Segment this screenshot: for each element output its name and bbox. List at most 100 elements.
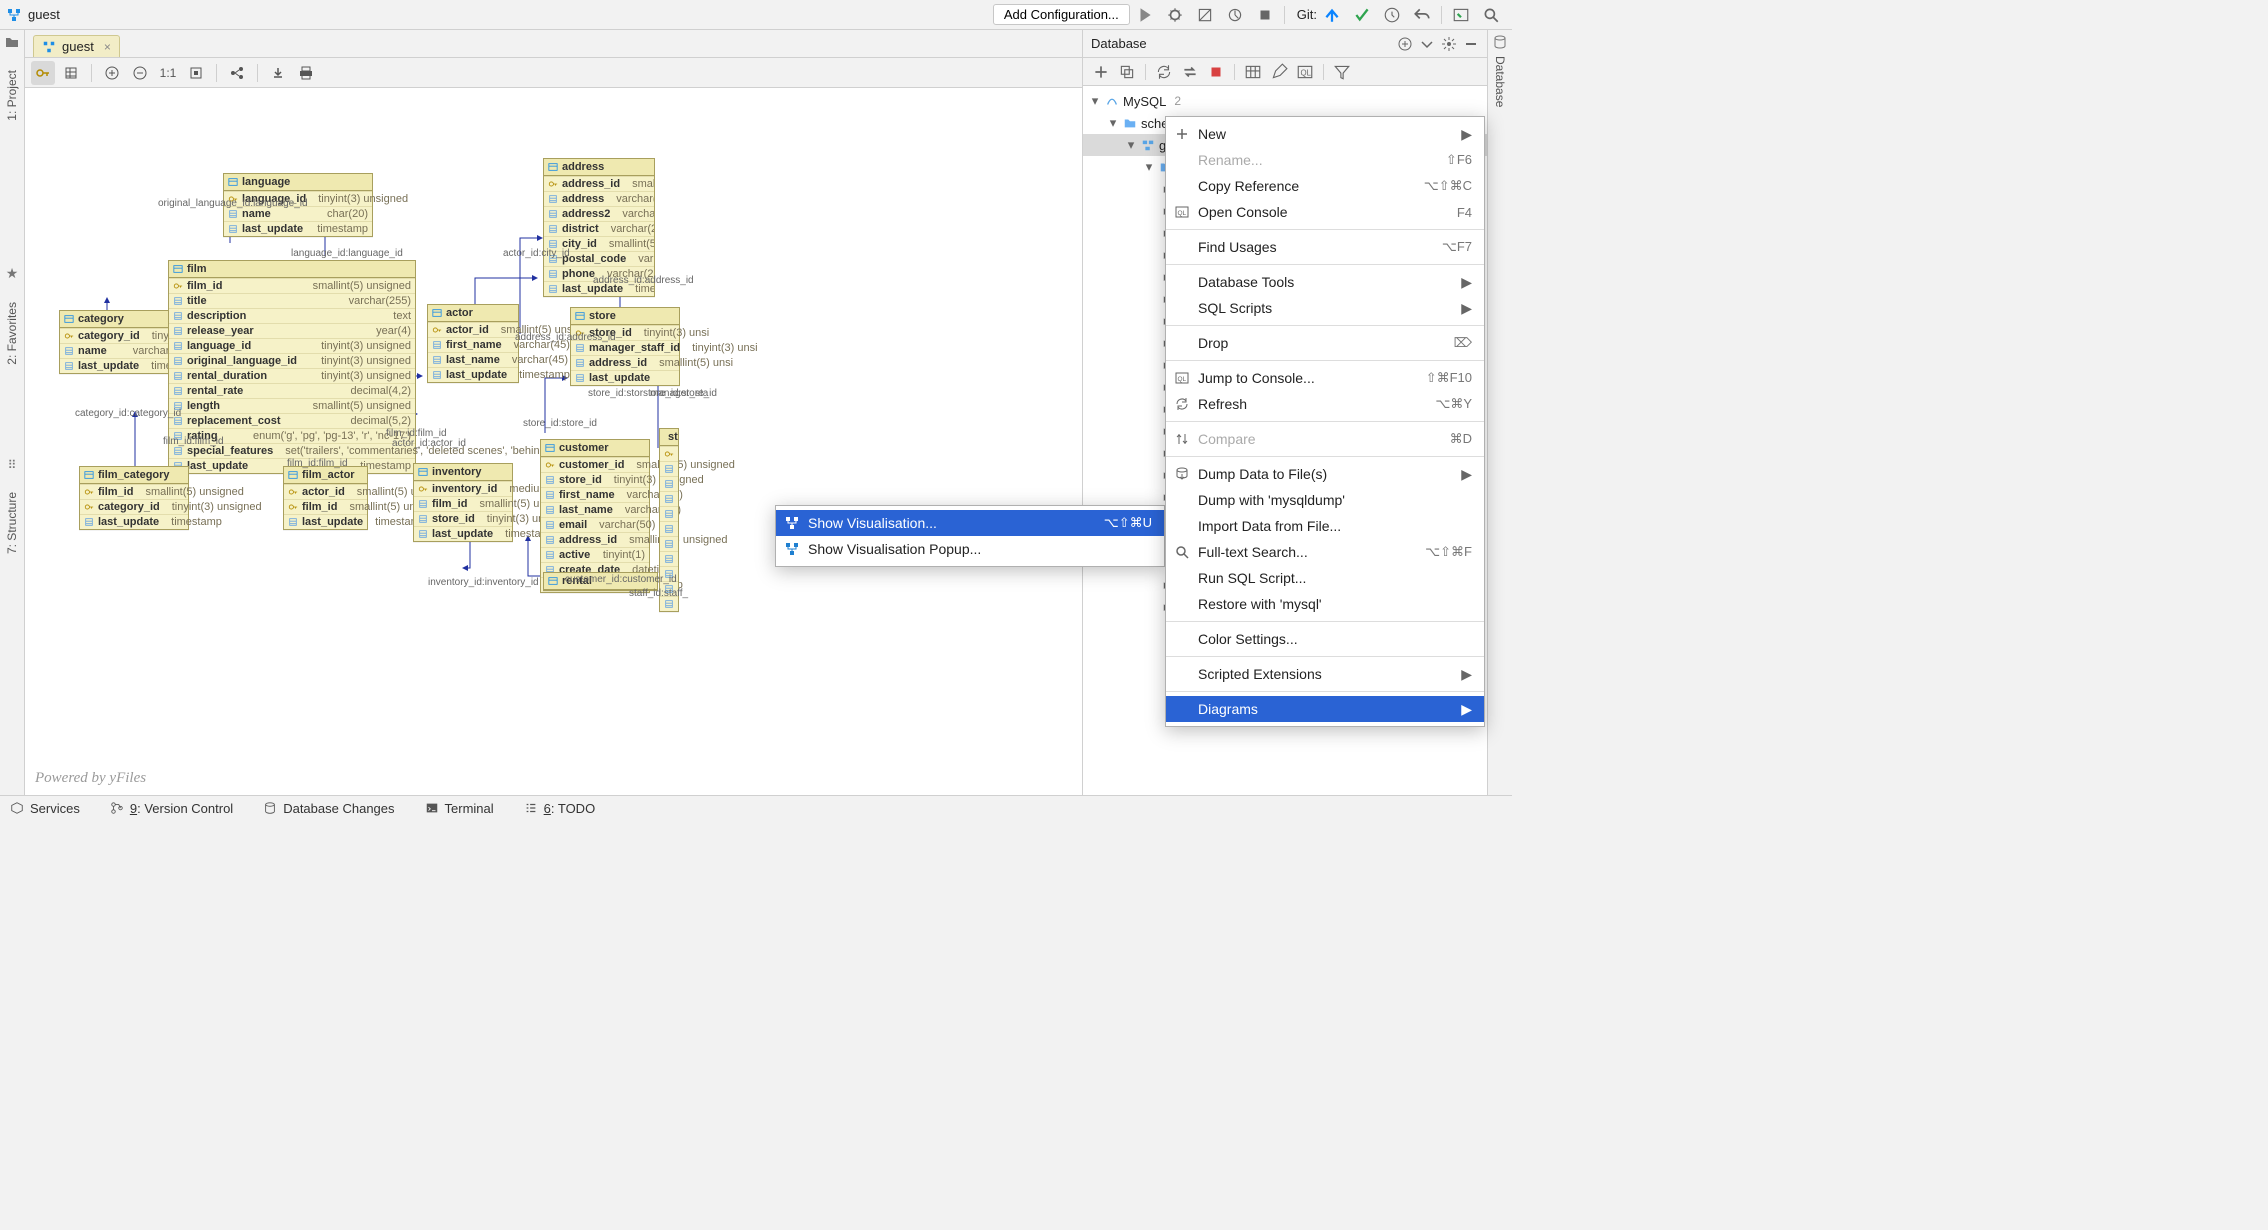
key-columns-button[interactable] (31, 61, 55, 85)
favorites-tab[interactable]: 2: Favorites (3, 296, 21, 371)
all-columns-button[interactable] (59, 61, 83, 85)
fit-content-button[interactable] (184, 61, 208, 85)
column-row: film_idsmallint(5) unsigned (80, 484, 188, 499)
column-row: inventory_idmediumint(8) unsigned (414, 481, 512, 496)
menu-item[interactable]: Restore with 'mysql' (1166, 591, 1484, 617)
entity-inventory[interactable]: inventoryinventory_idmediumint(8) unsign… (413, 463, 513, 542)
services-button[interactable]: Services (10, 801, 80, 816)
submenu-item[interactable]: Show Visualisation...⌥⇧⌘U (776, 510, 1164, 536)
menu-item[interactable]: Diagrams▶ (1166, 696, 1484, 722)
fk-label: inventory_id:inventory_id (428, 577, 539, 588)
entity-actor[interactable]: actoractor_idsmallint(5) unsignedfirst_n… (427, 304, 519, 383)
datasource-node[interactable]: ▾ MySQL2 (1083, 90, 1487, 112)
revert-icon[interactable] (1413, 6, 1431, 24)
menu-item[interactable]: Scripted Extensions▶ (1166, 661, 1484, 687)
list-icon (524, 801, 538, 815)
project-tab[interactable]: 1: Project (3, 64, 21, 127)
refresh-icon[interactable] (1155, 63, 1173, 81)
submenu-item[interactable]: Show Visualisation Popup... (776, 536, 1164, 562)
svg-text:QL: QL (1178, 210, 1187, 217)
entity-film_category[interactable]: film_categoryfilm_idsmallint(5) unsigned… (79, 466, 189, 530)
collapse-icon[interactable] (1397, 36, 1413, 52)
ide-scripting-icon[interactable] (1452, 6, 1470, 24)
compare-icon (1174, 431, 1190, 447)
entity-store[interactable]: storestore_idtinyint(3) unsimanager_staf… (570, 307, 680, 386)
filter-icon[interactable] (1333, 63, 1351, 81)
column-row: ac (660, 551, 678, 566)
menu-item[interactable]: Database Tools▶ (1166, 269, 1484, 295)
add-icon[interactable] (1092, 63, 1110, 81)
menu-item[interactable]: Find Usages⌥F7 (1166, 234, 1484, 260)
actual-size-button[interactable]: 1:1 (156, 61, 180, 85)
stop-icon[interactable] (1207, 63, 1225, 81)
column-row: titlevarchar(255) (169, 293, 415, 308)
editor-tab-guest[interactable]: guest × (33, 35, 120, 57)
column-row: lengthsmallint(5) unsigned (169, 398, 415, 413)
menu-item[interactable]: Import Data from File... (1166, 513, 1484, 539)
search-icon (1174, 544, 1190, 560)
zoom-out-button[interactable] (128, 61, 152, 85)
context-menu[interactable]: New▶Rename...⇧F6Copy Reference⌥⇧⌘CQLOpen… (1165, 116, 1485, 727)
export-button[interactable] (266, 61, 290, 85)
sync-icon[interactable] (1181, 63, 1199, 81)
column-row: customer_idsmallint(5) unsigned (541, 457, 649, 472)
structure-tab[interactable]: 7: Structure (3, 486, 21, 560)
profile-icon[interactable] (1226, 6, 1244, 24)
menu-item[interactable]: Dump Data to File(s)▶ (1166, 461, 1484, 487)
menu-item[interactable]: Full-text Search...⌥⇧⌘F (1166, 539, 1484, 565)
dbchanges-button[interactable]: Database Changes (263, 801, 394, 816)
menu-item[interactable]: QLOpen ConsoleF4 (1166, 199, 1484, 225)
column-row: store_idtinyint(3) unsigned (541, 472, 649, 487)
svg-text:QL: QL (1301, 68, 1312, 77)
run-icon[interactable] (1136, 6, 1154, 24)
diagrams-submenu[interactable]: Show Visualisation...⌥⇧⌘UShow Visualisat… (775, 505, 1165, 567)
history-icon[interactable] (1383, 6, 1401, 24)
column-row: las (660, 476, 678, 491)
update-icon[interactable] (1323, 6, 1341, 24)
debug-icon[interactable] (1166, 6, 1184, 24)
print-button[interactable] (294, 61, 318, 85)
todo-button[interactable]: 6: TODO (524, 801, 596, 816)
stop-icon[interactable] (1256, 6, 1274, 24)
menu-item[interactable]: Drop⌦ (1166, 330, 1484, 356)
settings-icon[interactable] (1441, 36, 1457, 52)
column-row: pic (660, 506, 678, 521)
menu-item[interactable]: QLJump to Console...⇧⌘F10 (1166, 365, 1484, 391)
minimize-icon[interactable] (1463, 36, 1479, 52)
fk-label: actor_id:actor_id (392, 438, 466, 449)
entity-film_actor[interactable]: film_actoractor_idsmallint(5) unsignedfi… (283, 466, 368, 530)
column-row: em (660, 521, 678, 536)
dump-icon (1174, 466, 1190, 482)
column-row: last_namevarchar(45) (428, 352, 518, 367)
console-icon[interactable]: QL (1296, 63, 1314, 81)
menu-item[interactable]: SQL Scripts▶ (1166, 295, 1484, 321)
zoom-in-button[interactable] (100, 61, 124, 85)
column-row: film_idsmallint(5) unsigned (414, 496, 512, 511)
menu-item[interactable]: Copy Reference⌥⇧⌘C (1166, 173, 1484, 199)
layout-button[interactable] (225, 61, 249, 85)
menu-item[interactable]: Run SQL Script... (1166, 565, 1484, 591)
menu-item[interactable]: New▶ (1166, 121, 1484, 147)
entity-header: language (224, 174, 372, 191)
terminal-button[interactable]: Terminal (425, 801, 494, 816)
table-icon[interactable] (1244, 63, 1262, 81)
diagram-canvas[interactable]: languagelanguage_idtinyint(3) unsignedna… (25, 88, 1082, 795)
close-icon[interactable]: × (104, 40, 111, 54)
add-configuration-button[interactable]: Add Configuration... (993, 4, 1130, 25)
menu-item[interactable]: Color Settings... (1166, 626, 1484, 652)
search-icon[interactable] (1482, 6, 1500, 24)
menu-item[interactable]: Dump with 'mysqldump' (1166, 487, 1484, 513)
entity-customer[interactable]: customercustomer_idsmallint(5) unsigneds… (540, 439, 650, 593)
folder-icon[interactable] (4, 34, 20, 50)
vcs-button[interactable]: 9: Version Control (110, 801, 233, 816)
edit-icon[interactable] (1270, 63, 1288, 81)
expand-icon[interactable] (1419, 36, 1435, 52)
coverage-icon[interactable] (1196, 6, 1214, 24)
column-row: last_updatetimestamp (224, 221, 372, 236)
menu-item[interactable]: Refresh⌥⌘Y (1166, 391, 1484, 417)
database-tab[interactable]: Database (1491, 50, 1509, 113)
commit-icon[interactable] (1353, 6, 1371, 24)
fk-label: film_id:film_id (287, 458, 348, 469)
duplicate-icon[interactable] (1118, 63, 1136, 81)
database-strip-icon[interactable] (1492, 34, 1508, 50)
